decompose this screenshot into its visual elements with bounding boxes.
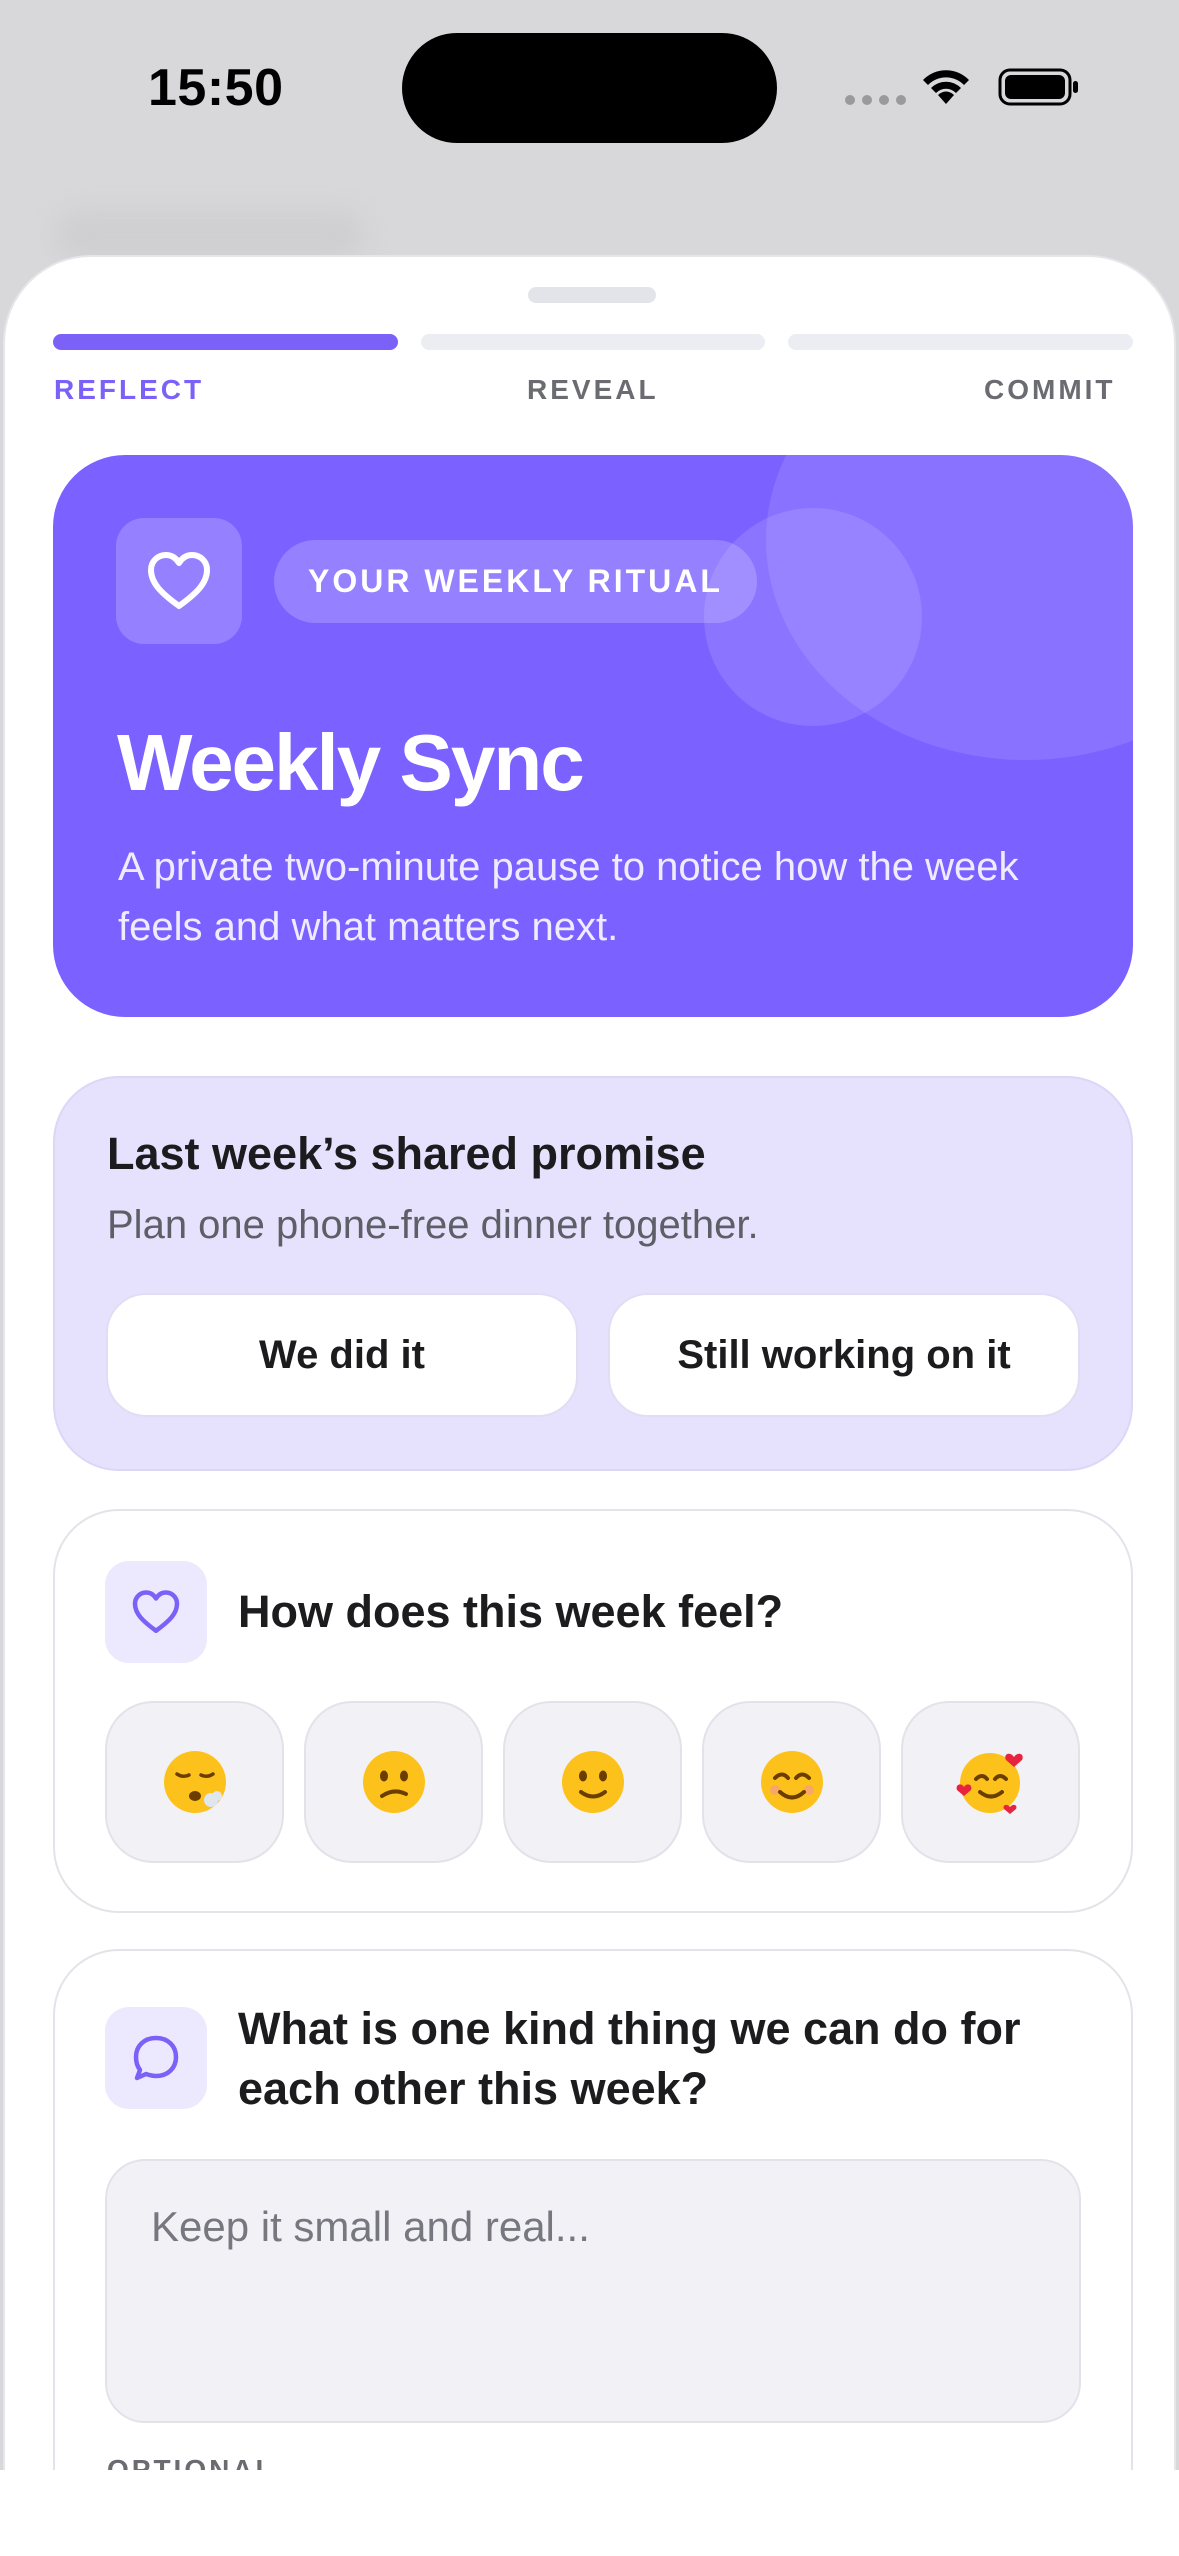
heart-icon [148,552,210,609]
kindness-question: What is one kind thing we can do for eac… [238,2003,1021,2114]
bottom-safe-area [0,2470,1179,2556]
status-time: 15:50 [148,59,284,117]
mood-options [105,1701,1080,1863]
kindness-card: What is one kind thing we can do for eac… [53,1949,1133,2556]
status-bar: 15:50 [0,0,1179,180]
cellular-signal-icon [845,95,906,105]
progress-segment-commit [788,334,1133,350]
smiling-face-with-hearts-icon [956,1753,1023,1814]
sheet-grabber[interactable] [528,287,656,303]
confused-face-icon [362,1751,425,1813]
step-label-reveal: REVEAL [527,374,659,405]
mood-option-exhausted[interactable] [105,1701,284,1863]
mood-icon-tile [105,1561,207,1663]
mood-option-loving[interactable] [901,1701,1080,1863]
slightly-smiling-face-icon [561,1751,624,1813]
mood-option-slightly-smiling[interactable] [503,1701,682,1863]
dynamic-island [402,33,777,143]
wifi-icon [923,70,969,104]
background-title-blur [55,210,365,260]
smiling-face-icon [760,1751,823,1813]
ritual-badge: YOUR WEEKLY RITUAL [274,540,757,623]
we-did-it-button[interactable]: We did it [106,1293,578,1417]
hero-card: YOUR WEEKLY RITUAL Weekly Sync A private… [53,455,1133,1017]
kindness-input[interactable]: Keep it small and real... [105,2159,1081,2423]
mood-option-confused[interactable] [304,1701,483,1863]
promise-title: Last week’s shared promise [107,1128,706,1179]
hero-icon-tile [116,518,242,644]
exhausted-face-icon [163,1751,226,1813]
kindness-icon-tile [105,2007,207,2109]
page-title: Weekly Sync [117,718,585,807]
mood-option-smiling[interactable] [702,1701,881,1863]
battery-icon [998,68,1078,106]
still-working-button[interactable]: Still working on it [608,1293,1080,1417]
mood-card: How does this week feel? [53,1509,1133,1913]
step-progress [53,334,1133,350]
chat-bubble-icon [133,2035,179,2081]
hero-subtitle: A private two-minute pause to notice how… [118,845,1019,949]
promise-text: Plan one phone-free dinner together. [107,1203,759,1247]
step-label-commit: COMMIT [984,374,1116,405]
heart-icon [132,1590,180,1633]
weekly-sync-sheet: REFLECT REVEAL COMMIT YOUR WEEKLY RITUAL… [3,255,1176,2556]
mood-question: How does this week feel? [238,1586,784,1637]
step-label-reflect: REFLECT [54,374,205,405]
shared-promise-card: Last week’s shared promise Plan one phon… [53,1076,1133,1471]
progress-segment-reveal [421,334,765,350]
progress-segment-reflect [53,334,398,350]
